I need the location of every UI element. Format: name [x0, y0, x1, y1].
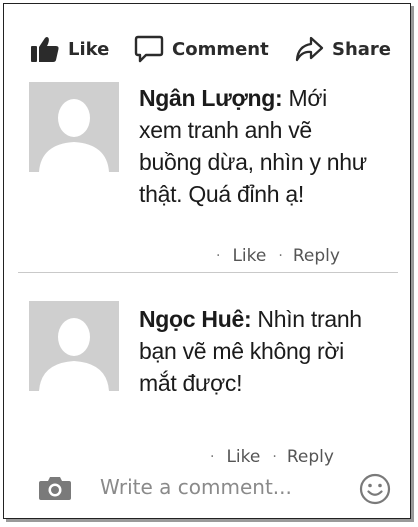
comment-composer	[4, 470, 410, 506]
comment-text-line: Mới	[288, 85, 328, 111]
comment-input[interactable]	[100, 472, 350, 502]
comment-author[interactable]: Ngọc Huê:	[139, 306, 252, 332]
comment-label: Comment	[172, 38, 269, 60]
avatar[interactable]	[29, 82, 119, 172]
camera-icon[interactable]	[38, 475, 72, 505]
share-arrow-icon	[294, 35, 324, 63]
comment-text-line: thật. Quá đỉnh ạ!	[139, 181, 304, 207]
comment-author[interactable]: Ngân Lượng:	[139, 85, 283, 111]
comment-reply-link[interactable]: Reply	[287, 447, 334, 467]
separator-dot: ·	[278, 248, 283, 264]
separator-dot: ·	[272, 449, 277, 465]
share-label: Share	[332, 38, 392, 60]
comment-text-line: bạn vẽ mê không rời	[139, 338, 344, 364]
like-button[interactable]: Like	[30, 32, 109, 66]
share-button[interactable]: Share	[294, 32, 391, 66]
comment-item: Ngân Lượng: Mới xem tranh anh vẽ buồng d…	[4, 78, 410, 274]
post-action-bar: Like Comment Share	[4, 32, 410, 66]
avatar[interactable]	[29, 301, 119, 391]
comment-body: Ngân Lượng: Mới xem tranh anh vẽ buồng d…	[139, 82, 395, 210]
thumbs-up-icon	[30, 35, 60, 63]
comment-like-link[interactable]: Like	[226, 447, 260, 467]
comment-text-line: Nhìn tranh	[257, 306, 362, 332]
separator-dot: ·	[210, 449, 215, 465]
divider	[18, 272, 398, 273]
smiley-icon[interactable]	[359, 473, 391, 509]
comment-button[interactable]: Comment	[134, 32, 269, 66]
comment-reply-link[interactable]: Reply	[293, 246, 340, 266]
speech-bubble-icon	[134, 34, 164, 64]
comment-panel: Like Comment Share Ngân Lượng: Mới xem t…	[3, 3, 411, 519]
comment-text-line: buồng dừa, nhìn y như	[139, 149, 367, 175]
comment-actions: · Like · Reply	[216, 246, 340, 266]
comment-actions: · Like · Reply	[210, 447, 334, 467]
comment-text-line: xem tranh anh vẽ	[139, 117, 312, 143]
like-label: Like	[68, 38, 110, 60]
comment-like-link[interactable]: Like	[232, 246, 266, 266]
separator-dot: ·	[216, 248, 221, 264]
comment-body: Ngọc Huê: Nhìn tranh bạn vẽ mê không rời…	[139, 303, 395, 399]
comment-item: Ngọc Huê: Nhìn tranh bạn vẽ mê không rời…	[4, 297, 410, 472]
comment-text-line: mắt được!	[139, 370, 243, 396]
